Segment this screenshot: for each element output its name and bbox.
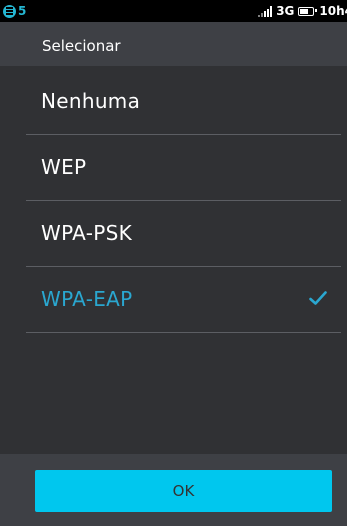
option-list: Nenhuma WEP WPA-PSK WPA-EAP xyxy=(0,66,347,454)
network-type: 3G xyxy=(276,4,295,18)
ok-button[interactable]: OK xyxy=(35,470,332,512)
notification-indicator[interactable]: 5 xyxy=(3,2,26,20)
option-wpa-psk[interactable]: WPA-PSK xyxy=(26,201,341,267)
clock: 10h4 xyxy=(319,4,347,18)
option-wpa-eap[interactable]: WPA-EAP xyxy=(26,267,341,333)
status-bar: 5 3G 10h4 xyxy=(0,0,347,22)
option-none[interactable]: Nenhuma xyxy=(26,69,341,135)
option-wep[interactable]: WEP xyxy=(26,135,341,201)
checkmark-icon xyxy=(309,291,327,305)
select-dialog: 5 3G 10h4 Selecionar Nenhuma WEP WPA-PSK… xyxy=(0,0,347,526)
signal-icon xyxy=(258,5,273,17)
battery-icon xyxy=(298,6,318,16)
notification-count: 5 xyxy=(18,4,27,18)
status-icons: 3G 10h4 xyxy=(258,3,347,19)
dialog-header: Selecionar xyxy=(0,22,347,66)
dialog-footer: OK xyxy=(0,454,347,526)
option-label: WPA-PSK xyxy=(41,221,132,245)
option-label: WEP xyxy=(41,155,87,179)
option-label: Nenhuma xyxy=(41,89,141,113)
dialog-title: Selecionar xyxy=(42,37,121,55)
notification-icon xyxy=(3,4,16,18)
option-label: WPA-EAP xyxy=(41,287,133,311)
